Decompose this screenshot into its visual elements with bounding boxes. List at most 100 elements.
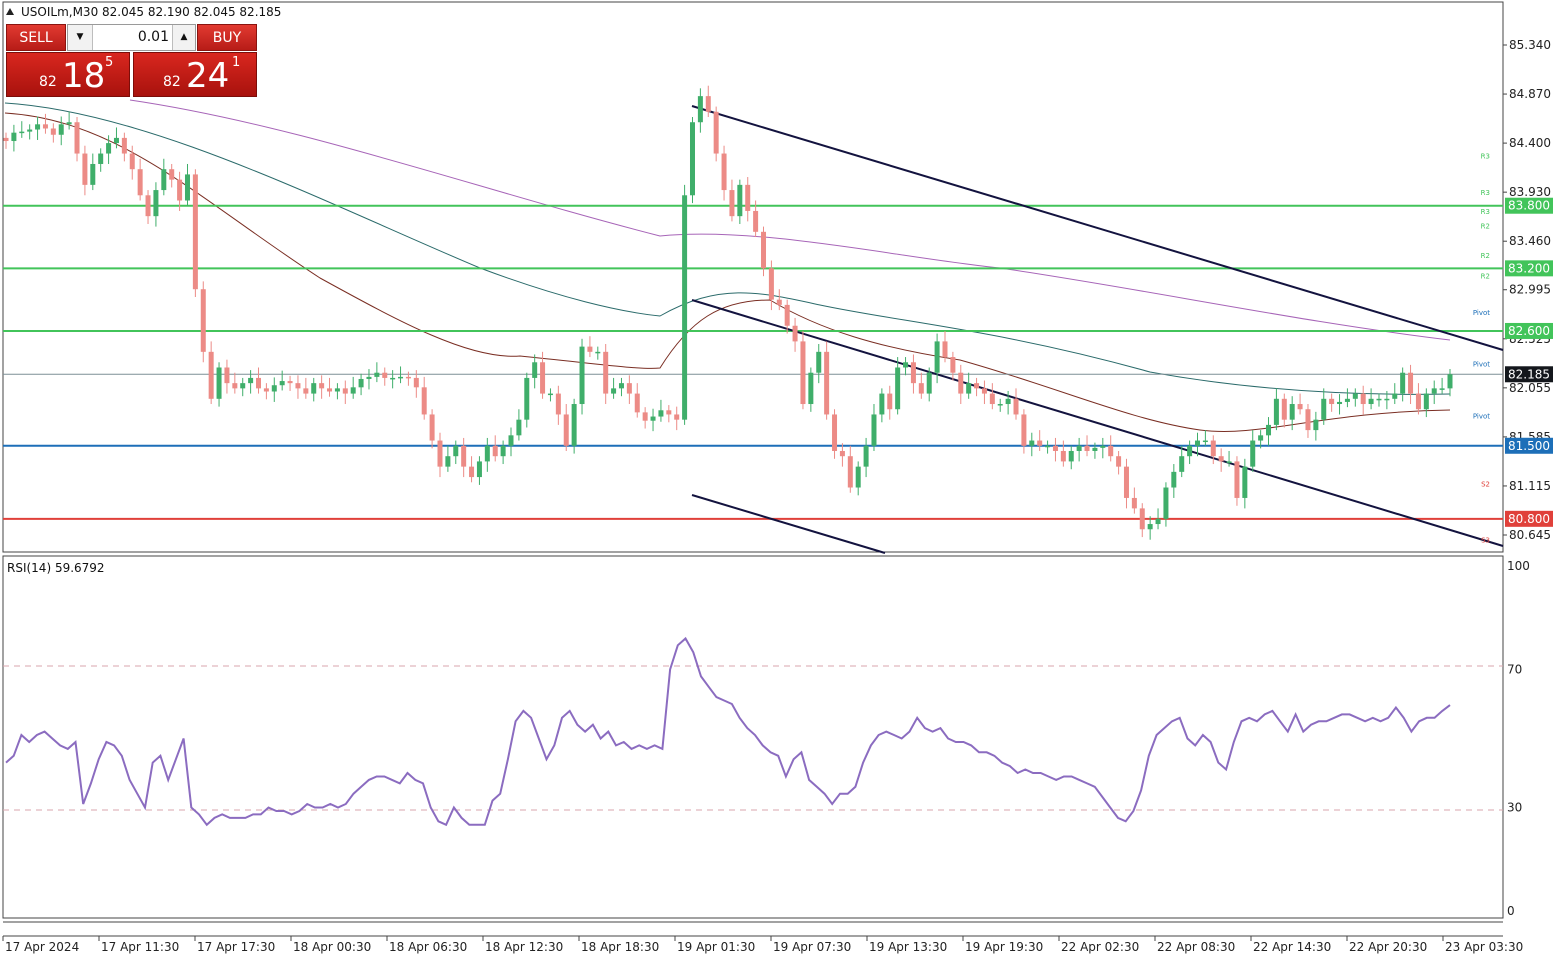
time-tick-label: 22 Apr 02:30 bbox=[1061, 940, 1139, 954]
price-chart[interactable]: R3 R3 R3 R2 R2 R2 Pivot Pivot Pivot S2 S3 85.340 84… bbox=[0, 0, 1560, 960]
candle-body bbox=[863, 445, 869, 467]
candle-body bbox=[1408, 372, 1414, 394]
candle-body bbox=[824, 351, 830, 415]
candle-body bbox=[1045, 445, 1051, 448]
time-tick-label: 17 Apr 17:30 bbox=[197, 940, 275, 954]
candle-body bbox=[1108, 445, 1114, 457]
time-tick-label: 22 Apr 08:30 bbox=[1157, 940, 1235, 954]
candle-body bbox=[469, 466, 475, 478]
candle-body bbox=[595, 351, 601, 354]
lot-decrease-icon[interactable]: ▼ bbox=[68, 25, 93, 50]
candle-body bbox=[27, 129, 33, 132]
candle-body bbox=[374, 372, 380, 377]
candle-body bbox=[90, 163, 96, 185]
candle-body bbox=[516, 419, 522, 436]
candle-body bbox=[603, 351, 609, 394]
rsi-pane-frame bbox=[2, 555, 1504, 919]
candle-body bbox=[729, 190, 735, 217]
candle-body bbox=[58, 124, 64, 135]
symbol-header: USOILm,M30 82.045 82.190 82.045 82.185 bbox=[21, 5, 281, 19]
candle-body bbox=[776, 299, 782, 305]
candle-body bbox=[737, 184, 743, 217]
candles bbox=[3, 85, 1453, 540]
rsi-tick-label: 70 bbox=[1507, 663, 1522, 677]
sell-price-fraction: 5 bbox=[105, 55, 114, 70]
lot-increase-icon[interactable]: ▲ bbox=[172, 25, 195, 50]
channel-middle-line[interactable] bbox=[691, 299, 1504, 547]
level-tag-label-3: 81.500 bbox=[1508, 439, 1550, 453]
candle-body bbox=[689, 122, 695, 196]
candle-body bbox=[1439, 388, 1445, 390]
candle-body bbox=[405, 376, 411, 379]
price-tick-label: 81.115 bbox=[1509, 479, 1551, 493]
buy-button[interactable]: BUY bbox=[197, 24, 257, 51]
candle-body bbox=[145, 195, 151, 217]
level-tag-label-0: 83.800 bbox=[1508, 199, 1550, 213]
candle-body bbox=[429, 414, 435, 441]
candle-body bbox=[1289, 404, 1295, 420]
sell-price-box[interactable]: 82 18 5 bbox=[6, 52, 130, 97]
candle-body bbox=[3, 137, 9, 142]
candle-body bbox=[587, 346, 593, 352]
candle-body bbox=[1029, 440, 1035, 446]
candle-body bbox=[342, 388, 348, 394]
candle-body bbox=[82, 153, 88, 185]
sell-button[interactable]: SELL bbox=[6, 24, 66, 51]
candle-body bbox=[555, 393, 561, 415]
candle-body bbox=[1423, 393, 1429, 410]
time-tick-label: 19 Apr 01:30 bbox=[677, 940, 755, 954]
price-tick-label: 85.340 bbox=[1509, 38, 1551, 52]
candle-body bbox=[35, 124, 41, 130]
channel-upper-line[interactable] bbox=[691, 105, 1504, 351]
ma-mid-line bbox=[4, 102, 1451, 395]
pivot-marker-0: R3 bbox=[1481, 153, 1490, 161]
candle-body bbox=[248, 377, 254, 384]
candle-body bbox=[106, 143, 112, 154]
price-tick-label: 82.055 bbox=[1509, 381, 1551, 395]
candle-body bbox=[413, 377, 419, 388]
pivot-marker-6: Pivot bbox=[1473, 309, 1490, 317]
candle-body bbox=[1052, 445, 1058, 451]
buy-price-big-figure: 82 bbox=[163, 74, 181, 90]
candle-body bbox=[327, 388, 333, 392]
candle-body bbox=[232, 383, 238, 389]
candle-body bbox=[666, 410, 672, 415]
candle-body bbox=[492, 445, 498, 457]
candle-body bbox=[611, 388, 617, 394]
candle-body bbox=[1100, 445, 1106, 448]
buy-price-box[interactable]: 82 24 1 bbox=[133, 52, 257, 97]
price-tick-label: 82.995 bbox=[1509, 283, 1551, 297]
candle-body bbox=[839, 450, 845, 457]
candle-body bbox=[382, 372, 388, 378]
channel-lower-line[interactable] bbox=[691, 494, 886, 554]
rsi-axis: 100 70 30 0 bbox=[1507, 559, 1530, 918]
candle-body bbox=[303, 388, 309, 394]
candle-body bbox=[121, 137, 127, 154]
candle-body bbox=[1250, 440, 1256, 467]
triangle-up-icon[interactable] bbox=[6, 8, 14, 15]
candle-body bbox=[989, 393, 995, 405]
one-click-trading-panel: SELL ▼ 0.01 ▲ BUY 82 18 5 82 24 1 bbox=[6, 24, 257, 97]
candle-body bbox=[461, 445, 467, 467]
candle-body bbox=[816, 351, 822, 373]
lot-size-field[interactable]: ▼ 0.01 ▲ bbox=[67, 24, 196, 51]
candle-body bbox=[942, 341, 948, 358]
candle-body bbox=[437, 440, 443, 467]
time-tick-label: 23 Apr 03:30 bbox=[1445, 940, 1523, 954]
candle-body bbox=[674, 414, 680, 420]
buy-price-fraction: 1 bbox=[232, 55, 241, 70]
candle-body bbox=[761, 231, 767, 269]
candle-body bbox=[871, 414, 877, 446]
candle-body bbox=[1116, 456, 1122, 467]
time-tick-label: 19 Apr 19:30 bbox=[965, 940, 1043, 954]
rsi-tick-label: 100 bbox=[1507, 559, 1530, 573]
candle-body bbox=[1321, 398, 1327, 420]
lot-size-input[interactable]: 0.01 bbox=[94, 25, 171, 50]
candle-body bbox=[1131, 497, 1137, 509]
pivot-marker-2: R3 bbox=[1481, 208, 1490, 216]
sell-price-big-figure: 82 bbox=[39, 74, 57, 90]
candle-body bbox=[682, 195, 688, 420]
candle-body bbox=[808, 372, 814, 405]
candle-body bbox=[1344, 398, 1350, 402]
candle-body bbox=[129, 153, 135, 170]
